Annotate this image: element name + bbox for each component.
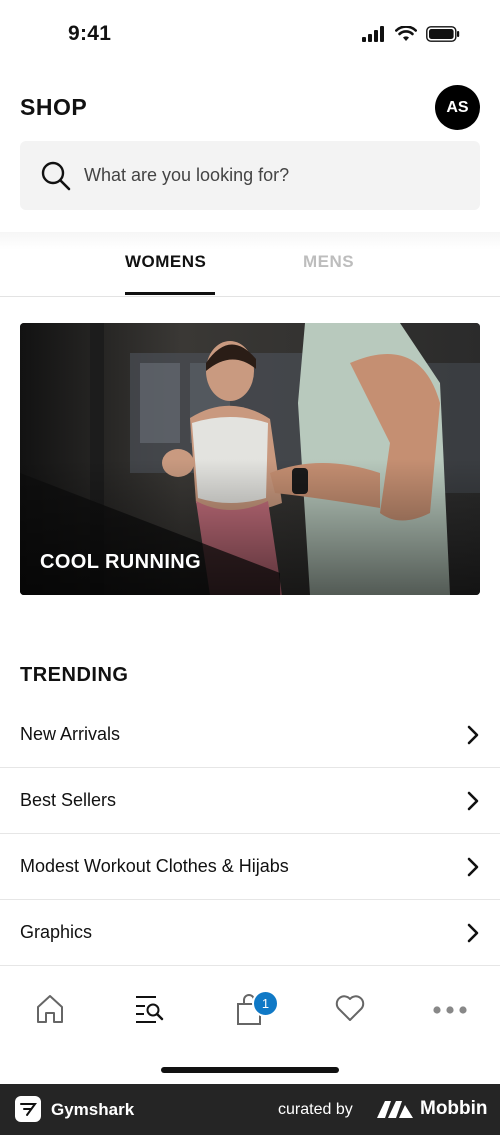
footer-app-name: Gymshark bbox=[51, 1100, 135, 1119]
chevron-right-icon bbox=[467, 923, 479, 942]
gender-tabs: WOMENS MENS bbox=[0, 232, 500, 297]
home-indicator bbox=[161, 1067, 339, 1073]
list-item-modest-workout[interactable]: Modest Workout Clothes & Hijabs bbox=[0, 834, 500, 900]
list-item-new-arrivals[interactable]: New Arrivals bbox=[0, 702, 500, 768]
promo-banner[interactable]: COOL RUNNING bbox=[20, 323, 480, 595]
tab-underline bbox=[125, 292, 215, 295]
more-icon[interactable] bbox=[433, 1006, 467, 1014]
home-icon[interactable] bbox=[36, 994, 64, 1024]
header: SHOP AS bbox=[0, 84, 500, 132]
trending-list: New Arrivals Best Sellers Modest Workout… bbox=[0, 702, 500, 966]
mobbin-logo-icon bbox=[377, 1101, 413, 1118]
attribution-footer: Gymshark curated by Mobbin bbox=[0, 1084, 500, 1135]
page-title: SHOP bbox=[20, 94, 88, 120]
status-time: 9:41 bbox=[68, 22, 112, 45]
search-icon bbox=[41, 161, 71, 190]
list-item-graphics[interactable]: Graphics bbox=[0, 900, 500, 966]
status-icons bbox=[362, 26, 460, 42]
footer-curated-by: curated by bbox=[278, 1101, 353, 1118]
tab-womens[interactable]: WOMENS bbox=[125, 252, 206, 272]
gymshark-logo-icon bbox=[15, 1096, 41, 1122]
bottom-tab-bar: 1 bbox=[0, 976, 500, 1046]
tab-mens[interactable]: MENS bbox=[303, 252, 354, 272]
battery-icon bbox=[426, 26, 460, 42]
trending-title: TRENDING bbox=[20, 664, 129, 686]
list-item-label: Modest Workout Clothes & Hijabs bbox=[20, 856, 289, 876]
bag-badge: 1 bbox=[252, 990, 279, 1017]
footer-brand: Mobbin bbox=[420, 1098, 488, 1119]
wifi-icon bbox=[395, 26, 417, 41]
signal-icon bbox=[362, 26, 384, 42]
search-input[interactable]: What are you looking for? bbox=[20, 141, 480, 210]
list-item-label: New Arrivals bbox=[20, 724, 121, 744]
chevron-right-icon bbox=[467, 791, 479, 810]
search-placeholder: What are you looking for? bbox=[84, 165, 290, 185]
chevron-right-icon bbox=[467, 857, 479, 876]
avatar[interactable]: AS bbox=[435, 85, 480, 130]
list-item-label: Best Sellers bbox=[20, 790, 117, 810]
banner-title: COOL RUNNING bbox=[40, 551, 202, 573]
status-bar: 9:41 bbox=[0, 0, 500, 72]
list-item-label: Graphics bbox=[20, 922, 93, 942]
list-item-best-sellers[interactable]: Best Sellers bbox=[0, 768, 500, 834]
heart-icon[interactable] bbox=[335, 994, 365, 1022]
shop-search-icon[interactable] bbox=[134, 994, 164, 1024]
chevron-right-icon bbox=[467, 725, 479, 744]
